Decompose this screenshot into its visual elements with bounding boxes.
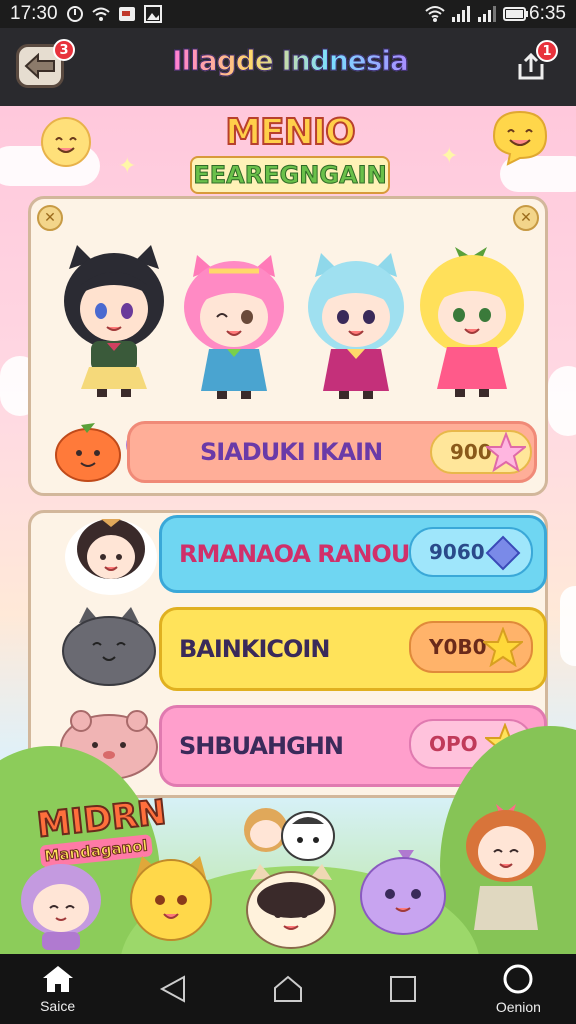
sun-face-icon [41, 117, 91, 167]
nav-house[interactable] [230, 954, 345, 1024]
share-button[interactable]: 1 [516, 40, 558, 82]
nav-home-label: Saice [40, 998, 76, 1014]
bottom-nav: Saice Oenion [0, 954, 576, 1024]
battery-icon [503, 5, 529, 23]
character-blue-hair[interactable] [301, 243, 411, 401]
game-scene: ✦ ✦ MENIO DESHNU EEAREGNGAIN ✕ ✕ [0, 106, 576, 954]
item-price-3: OPO [429, 732, 478, 756]
character-blonde-hair[interactable] [415, 239, 529, 401]
nav-recent[interactable] [346, 954, 461, 1024]
status-time: 17:30 [10, 3, 58, 24]
signal-icon-2 [477, 5, 497, 23]
app-header: 3 Illagde Indnesia 1 [0, 28, 576, 106]
nav-option[interactable]: Oenion [461, 954, 576, 1024]
featured-row-button[interactable]: SIADUKI IKAIN 900 [127, 421, 537, 483]
item-price-1: 9060 [429, 540, 485, 564]
house-outline-icon [274, 975, 302, 1002]
blonde-cat-character[interactable] [128, 852, 214, 948]
sparkle-icon: ✦ [118, 154, 137, 179]
smile-bubble-icon [492, 110, 548, 166]
purple-girl-character[interactable] [16, 860, 106, 952]
back-button[interactable]: 3 [16, 39, 75, 88]
app-title: Illagde Indnesia [170, 44, 410, 78]
corner-star-icon: ✕ [513, 205, 539, 231]
character-black-hair[interactable] [59, 239, 169, 399]
character-pink-hair[interactable] [179, 245, 289, 401]
brown-hair-girl-character[interactable] [458, 796, 554, 936]
item-price-2: Y0B0 [429, 635, 487, 659]
back-triangle-icon [159, 975, 185, 1003]
status-bar: 17:30 6:35 [0, 0, 576, 28]
gem-icon [485, 535, 521, 571]
grey-cat-icon [62, 607, 156, 686]
featured-panel: ✕ ✕ SIADUKI IKAIN 900 [28, 196, 548, 496]
featured-label: SIADUKI IKAIN [200, 438, 383, 466]
arrow-left-icon [24, 53, 55, 79]
nav-home[interactable]: Saice [0, 954, 115, 1024]
item-label-2: BAINKICOIN [179, 635, 330, 663]
avatar-girl-icon [65, 519, 157, 595]
cloud [548, 366, 576, 436]
star-icon [483, 627, 523, 667]
nav-back[interactable] [115, 954, 230, 1024]
square-icon [390, 976, 417, 1002]
back-badge: 3 [53, 39, 75, 61]
character-group[interactable] [236, 800, 346, 950]
circle-icon [503, 964, 533, 994]
items-panel: › RMANAOA RANOU IIA 9060 [28, 510, 548, 798]
wifi-icon [425, 5, 445, 23]
fruit-pet-icon [55, 423, 121, 482]
image-icon [143, 5, 162, 23]
wifi-small-icon [91, 5, 110, 23]
share-badge: 1 [536, 40, 558, 62]
sparkle-icon: ✦ [440, 144, 459, 169]
menu-subtitle: EEAREGNGAIN [190, 156, 390, 194]
purple-pet-character[interactable] [358, 846, 448, 938]
signal-icon [451, 5, 471, 23]
star-icon [486, 432, 526, 472]
item-label-3: SHBUAHGHN [179, 732, 344, 760]
home-icon [42, 966, 73, 992]
item-row-1[interactable]: RMANAOA RANOU IIA 9060 [159, 515, 547, 593]
corner-star-icon: ✕ [37, 205, 63, 231]
alarm-icon [66, 5, 84, 23]
item-row-2[interactable]: BAINKICOIN Y0B0 [159, 607, 547, 691]
status-time-right: 6:35 [529, 3, 566, 24]
cloud [560, 586, 576, 666]
nav-option-label: Oenion [495, 999, 541, 1015]
notification-icon [118, 5, 136, 23]
